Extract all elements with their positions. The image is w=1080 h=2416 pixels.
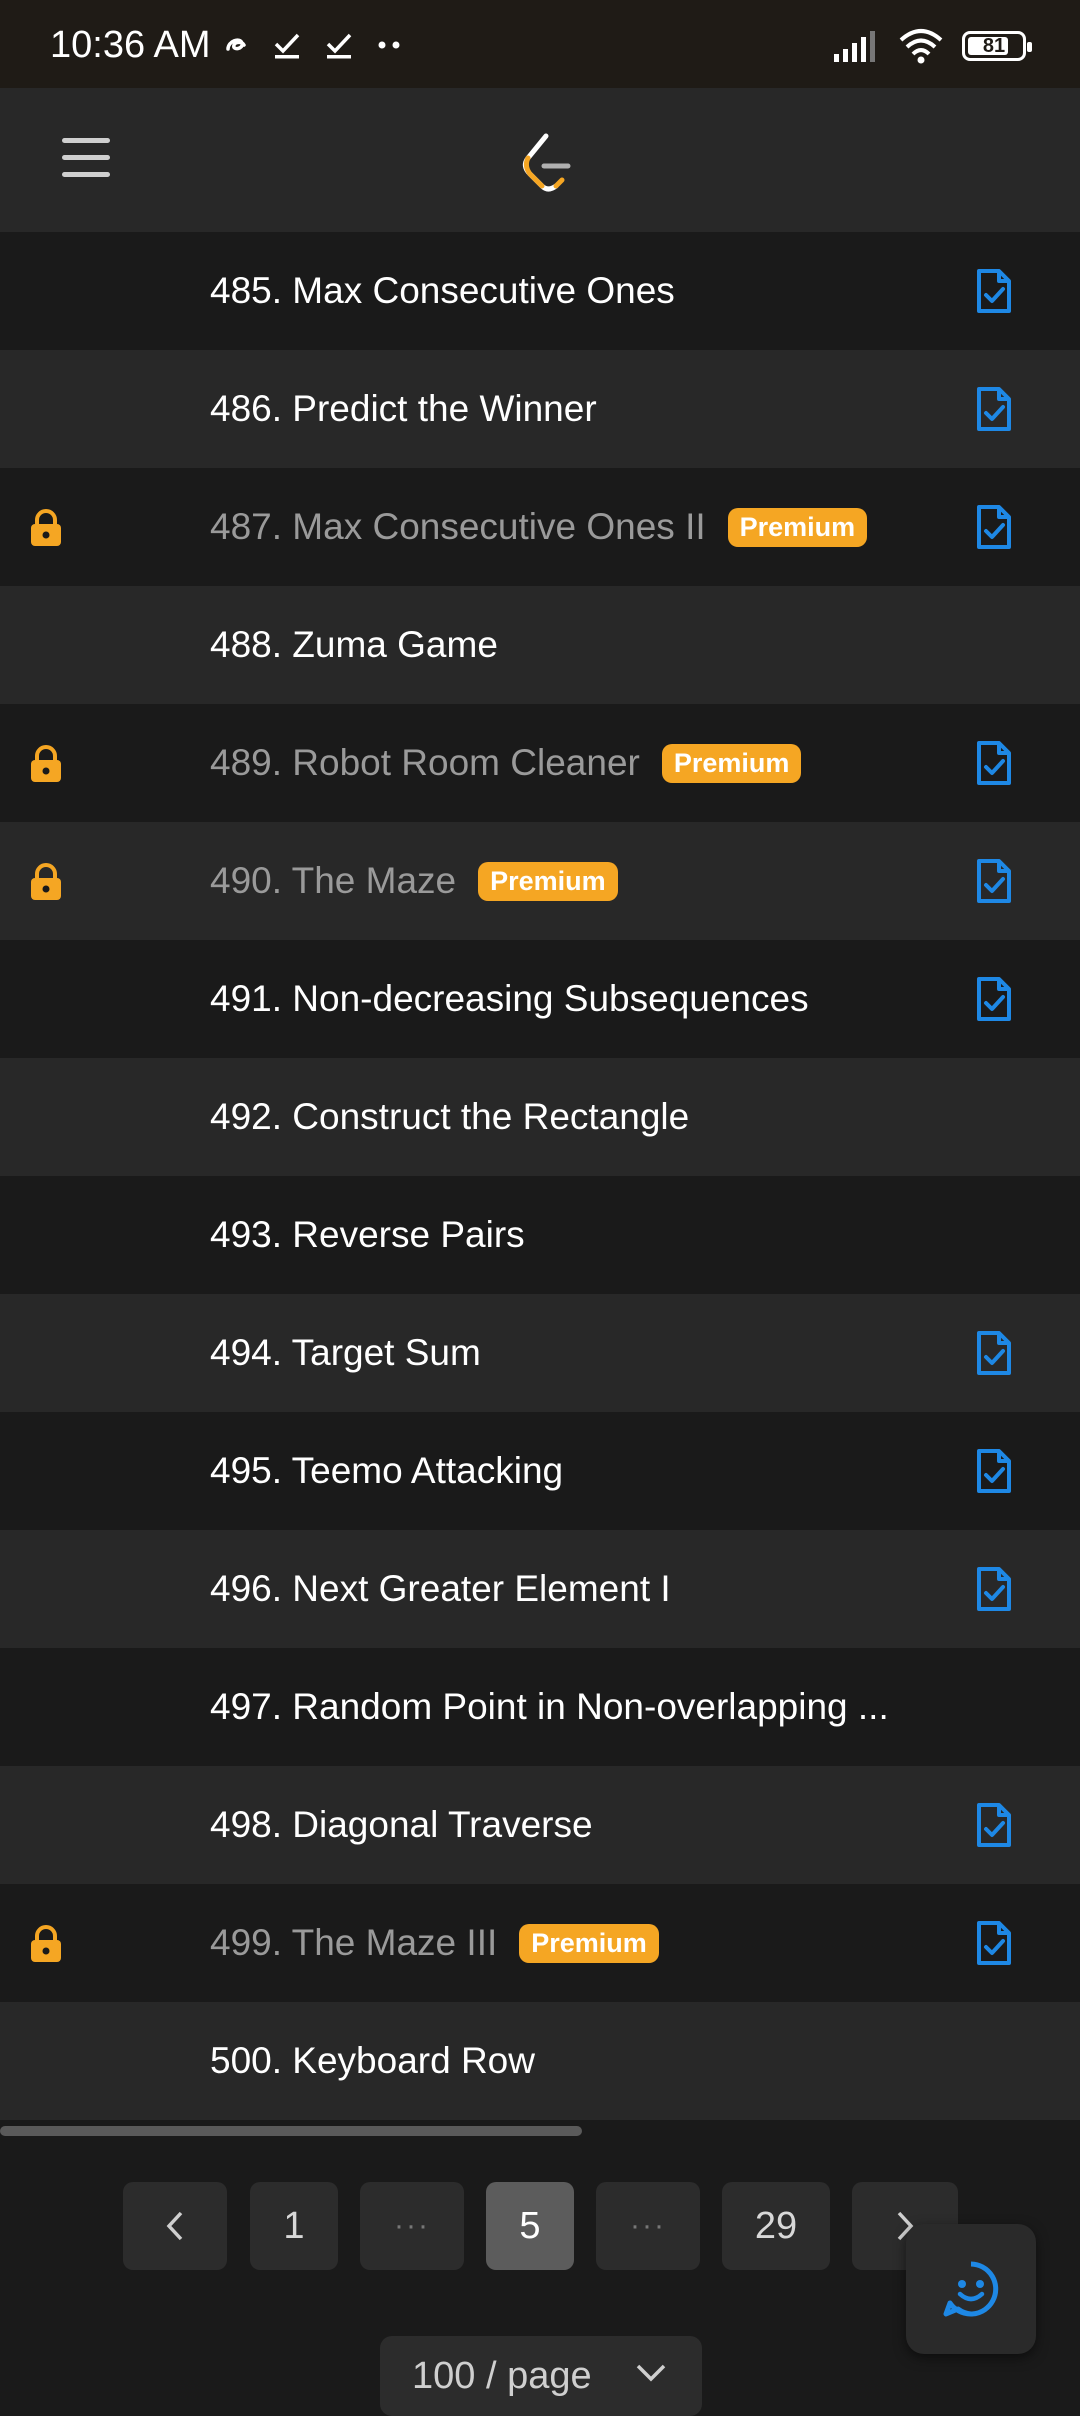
problem-title: 498. Diagonal Traverse	[210, 1804, 593, 1845]
problem-title: 490. The Maze	[210, 860, 457, 901]
chevron-left-icon	[166, 2211, 183, 2241]
leetcode-logo[interactable]	[516, 130, 576, 196]
problem-row[interactable]: 492. Construct the Rectangle	[0, 1058, 1080, 1176]
lock-icon	[31, 1925, 61, 1962]
wifi-icon	[899, 29, 943, 64]
problem-title-group: 497. Random Point in Non-overlapping ...	[210, 1686, 889, 1728]
gesture-icon	[226, 38, 246, 51]
problem-row[interactable]: 499. The Maze III Premium	[0, 1884, 1080, 2002]
problem-title-group: 491. Non-decreasing Subsequences	[210, 978, 809, 1020]
problem-title-group: 492. Construct the Rectangle	[210, 1096, 689, 1138]
solution-document-icon[interactable]	[974, 1565, 1014, 1613]
problem-title: 494. Target Sum	[210, 1332, 481, 1373]
horizontal-scrollbar-thumb[interactable]	[0, 2126, 582, 2136]
solution-document-icon[interactable]	[974, 1801, 1014, 1849]
problem-row[interactable]: 488. Zuma Game	[0, 586, 1080, 704]
problem-title-group: 498. Diagonal Traverse	[210, 1804, 593, 1846]
problem-row[interactable]: 491. Non-decreasing Subsequences	[0, 940, 1080, 1058]
solution-document-icon[interactable]	[974, 1919, 1014, 1967]
status-notification-icons	[222, 30, 402, 60]
lock-icon	[31, 863, 61, 900]
battery-icon: 81	[962, 31, 1032, 61]
solution-document-icon[interactable]	[974, 1329, 1014, 1377]
problem-title-group: 493. Reverse Pairs	[210, 1214, 525, 1256]
problem-row[interactable]: 485. Max Consecutive Ones	[0, 232, 1080, 350]
problem-title-group: 496. Next Greater Element I	[210, 1568, 671, 1610]
lock-icon	[31, 509, 61, 546]
problem-title-group: 490. The Maze Premium	[210, 860, 618, 902]
problem-title: 485. Max Consecutive Ones	[210, 270, 675, 311]
solution-document-icon[interactable]	[974, 267, 1014, 315]
status-time: 10:36 AM	[50, 24, 211, 66]
check-download-icon	[274, 33, 300, 59]
solution-document-icon[interactable]	[974, 385, 1014, 433]
lock-icon	[31, 745, 61, 782]
problem-title: 487. Max Consecutive Ones II	[210, 506, 706, 547]
problem-title-group: 485. Max Consecutive Ones	[210, 270, 675, 312]
problem-row[interactable]: 497. Random Point in Non-overlapping ...	[0, 1648, 1080, 1766]
solution-document-icon[interactable]	[974, 857, 1014, 905]
battery-level: 81	[982, 34, 1006, 57]
problem-title: 499. The Maze III	[210, 1922, 498, 1963]
problem-title-group: 486. Predict the Winner	[210, 388, 597, 430]
problem-title: 492. Construct the Rectangle	[210, 1096, 690, 1137]
problem-title: 493. Reverse Pairs	[210, 1214, 525, 1255]
problem-list: 485. Max Consecutive Ones 486. Predict th…	[0, 232, 1080, 2120]
page-size-select[interactable]: 100 / page	[380, 2336, 702, 2416]
problem-title: 496. Next Greater Element I	[210, 1568, 671, 1609]
problem-title-group: 489. Robot Room Cleaner Premium	[210, 742, 802, 784]
problem-title-group: 487. Max Consecutive Ones II Premium	[210, 506, 868, 548]
problem-title: 497. Random Point in Non-overlapping ...	[210, 1686, 889, 1727]
premium-badge: Premium	[519, 1923, 659, 1963]
problem-title-group: 499. The Maze III Premium	[210, 1922, 659, 1964]
page-ellipsis-left[interactable]: ···	[360, 2182, 464, 2270]
check-download-icon	[326, 33, 352, 59]
signal-icon	[834, 31, 875, 62]
problem-title: 491. Non-decreasing Subsequences	[210, 978, 809, 1019]
problem-row[interactable]: 496. Next Greater Element I	[0, 1530, 1080, 1648]
chevron-down-icon	[636, 2364, 666, 2382]
solution-document-icon[interactable]	[974, 975, 1014, 1023]
app-header	[0, 88, 1080, 232]
problem-title: 500. Keyboard Row	[210, 2040, 535, 2081]
solution-document-icon[interactable]	[974, 503, 1014, 551]
problem-title: 486. Predict the Winner	[210, 388, 597, 429]
problem-title-group: 488. Zuma Game	[210, 624, 498, 666]
problem-title: 495. Teemo Attacking	[210, 1450, 564, 1491]
prev-page-button[interactable]	[123, 2182, 227, 2270]
premium-badge: Premium	[727, 507, 868, 547]
page-ellipsis-right[interactable]: ···	[596, 2182, 700, 2270]
solution-document-icon[interactable]	[974, 1447, 1014, 1495]
problem-title: 489. Robot Room Cleaner	[210, 742, 640, 783]
page-size-label: 100 / page	[412, 2354, 592, 2397]
problem-title-group: 494. Target Sum	[210, 1332, 481, 1374]
solution-document-icon[interactable]	[974, 739, 1014, 787]
smiley-chat-icon	[943, 2261, 999, 2317]
problem-row[interactable]: 493. Reverse Pairs	[0, 1176, 1080, 1294]
problem-row[interactable]: 495. Teemo Attacking	[0, 1412, 1080, 1530]
premium-badge: Premium	[661, 743, 802, 783]
problem-title-group: 500. Keyboard Row	[210, 2040, 535, 2082]
problem-title: 488. Zuma Game	[210, 624, 498, 665]
problem-row[interactable]: 489. Robot Room Cleaner Premium	[0, 704, 1080, 822]
problem-row[interactable]: 498. Diagonal Traverse	[0, 1766, 1080, 1884]
problem-row[interactable]: 494. Target Sum	[0, 1294, 1080, 1412]
problem-title-group: 495. Teemo Attacking	[210, 1450, 563, 1492]
page-button-1[interactable]: 1	[250, 2182, 338, 2270]
page-button-last[interactable]: 29	[722, 2182, 830, 2270]
status-system-icons: 81	[832, 28, 1032, 64]
hamburger-menu-icon[interactable]	[62, 138, 110, 182]
more-dots-icon	[378, 41, 400, 49]
problem-row[interactable]: 487. Max Consecutive Ones II Premium	[0, 468, 1080, 586]
problem-row[interactable]: 490. The Maze Premium	[0, 822, 1080, 940]
status-bar: 10:36 AM 81	[0, 0, 1080, 88]
problem-row[interactable]: 486. Predict the Winner	[0, 350, 1080, 468]
chat-feedback-button[interactable]	[906, 2224, 1036, 2354]
problem-row[interactable]: 500. Keyboard Row	[0, 2002, 1080, 2120]
premium-badge: Premium	[478, 861, 618, 901]
page-button-current[interactable]: 5	[486, 2182, 574, 2270]
